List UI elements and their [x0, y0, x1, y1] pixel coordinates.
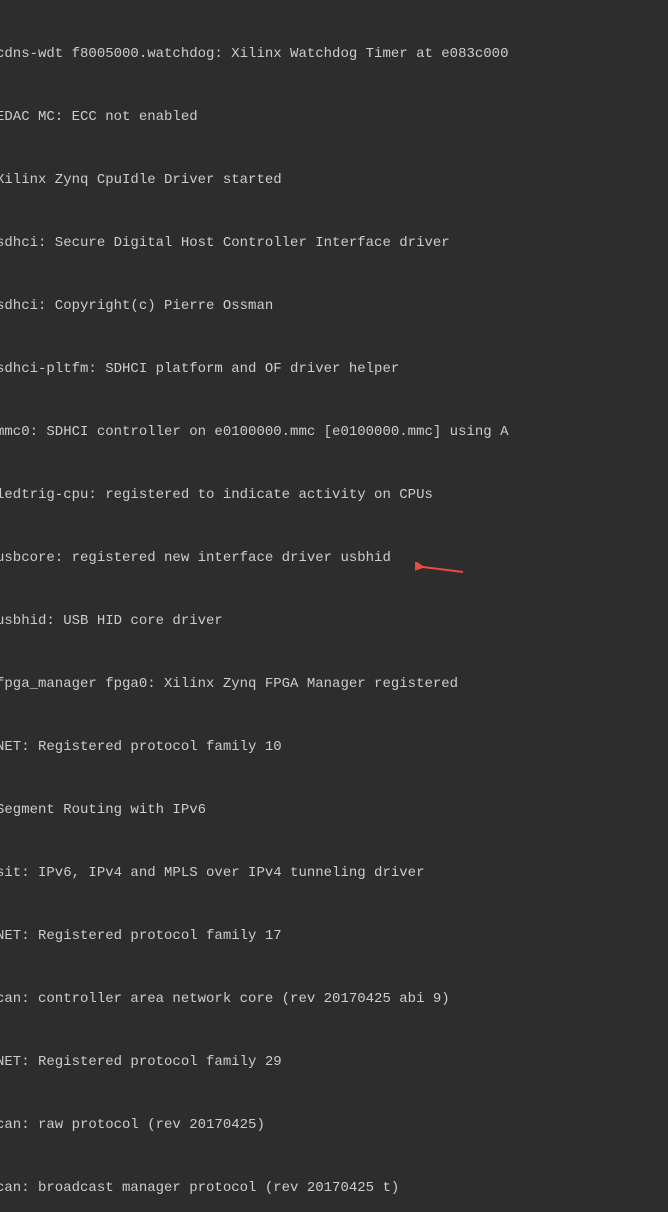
log-line: NET: Registered protocol family 17	[0, 926, 668, 947]
log-line: sit: IPv6, IPv4 and MPLS over IPv4 tunne…	[0, 863, 668, 884]
log-line: Xilinx Zynq CpuIdle Driver started	[0, 170, 668, 191]
log-line: NET: Registered protocol family 10	[0, 737, 668, 758]
log-line: ledtrig-cpu: registered to indicate acti…	[0, 485, 668, 506]
log-line: can: broadcast manager protocol (rev 201…	[0, 1178, 668, 1199]
log-line: fpga_manager fpga0: Xilinx Zynq FPGA Man…	[0, 674, 668, 695]
log-line: cdns-wdt f8005000.watchdog: Xilinx Watch…	[0, 44, 668, 65]
log-line: sdhci: Copyright(c) Pierre Ossman	[0, 296, 668, 317]
log-line: Segment Routing with IPv6	[0, 800, 668, 821]
terminal-output: cdns-wdt f8005000.watchdog: Xilinx Watch…	[0, 2, 668, 1212]
log-line: mmc0: SDHCI controller on e0100000.mmc […	[0, 422, 668, 443]
log-line: sdhci-pltfm: SDHCI platform and OF drive…	[0, 359, 668, 380]
log-line: EDAC MC: ECC not enabled	[0, 107, 668, 128]
log-line: NET: Registered protocol family 29	[0, 1052, 668, 1073]
log-line: usbcore: registered new interface driver…	[0, 548, 668, 569]
log-line: sdhci: Secure Digital Host Controller In…	[0, 233, 668, 254]
log-line: usbhid: USB HID core driver	[0, 611, 668, 632]
log-line: can: controller area network core (rev 2…	[0, 989, 668, 1010]
log-line: can: raw protocol (rev 20170425)	[0, 1115, 668, 1136]
